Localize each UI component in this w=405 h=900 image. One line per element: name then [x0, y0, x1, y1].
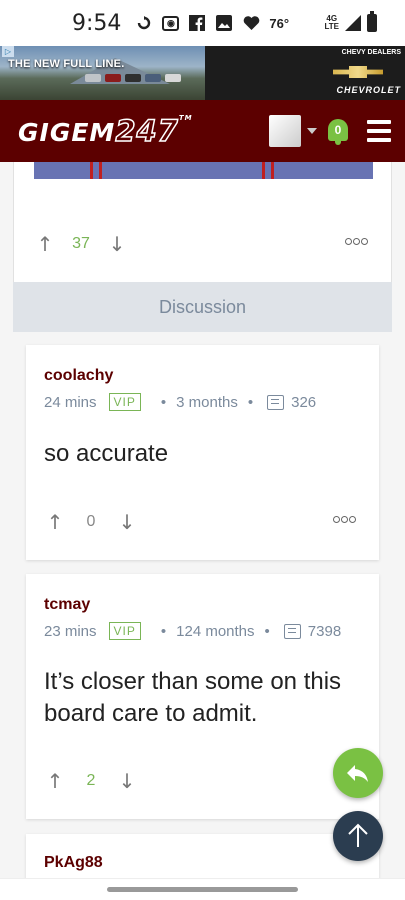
separator-dot: •	[264, 622, 270, 640]
comment-body: so accurate	[44, 440, 169, 467]
separator-dot: •	[160, 622, 167, 640]
comment-meta: 24 mins VIP • 3 months • 326	[44, 393, 316, 411]
notifications-bell-icon[interactable]: 0	[325, 116, 351, 146]
heart-icon	[242, 14, 260, 32]
post-vote-row: ↑ 37 ↓	[34, 232, 128, 256]
separator-dot: •	[160, 393, 167, 411]
comment-count-icon	[283, 623, 301, 639]
site-header: GIGEM247TM 0	[0, 100, 405, 162]
member-duration: 124 months	[176, 622, 255, 640]
status-icons: ◉ 76°	[135, 14, 289, 32]
signal-icon	[345, 15, 361, 31]
chevron-down-icon[interactable]	[307, 128, 317, 134]
logo-trademark: TM	[178, 114, 193, 122]
comment-time: 24 mins	[44, 393, 97, 411]
discussion-header: Discussion	[13, 282, 392, 332]
member-duration: 3 months	[176, 393, 238, 411]
post-image	[34, 162, 373, 179]
downvote-arrow-icon[interactable]: ↓	[116, 510, 138, 534]
comment-vote-row: ↑ 0 ↓	[44, 510, 138, 534]
vip-badge: VIP	[108, 393, 141, 411]
comment-time: 23 mins	[44, 622, 97, 640]
comment-post-count: 7398	[307, 622, 342, 640]
comment-vote-count: 0	[86, 513, 96, 530]
more-options-icon[interactable]	[344, 237, 368, 248]
ad-brand: CHEVROLET	[336, 85, 401, 95]
upvote-arrow-icon[interactable]: ↑	[34, 232, 56, 256]
comment-username[interactable]: coolachy	[44, 367, 113, 385]
ad-trucks	[85, 74, 181, 82]
arrow-up-icon	[348, 823, 368, 847]
ad-headline: THE NEW FULL LINE.	[8, 58, 125, 70]
logo-text: GIGEM	[18, 118, 116, 147]
reply-icon	[347, 765, 368, 782]
logo-number: 247	[115, 113, 179, 149]
adchoices-icon[interactable]: ▷	[2, 46, 14, 57]
comment-count-icon	[267, 394, 285, 410]
ad-photo	[0, 46, 205, 100]
comment-card: tcmay 23 mins VIP • 124 months • 7398 It…	[26, 574, 379, 819]
ad-dealers: CHEVY DEALERS	[341, 49, 401, 56]
network-indicator: 4G LTE	[324, 15, 339, 31]
comment-body: It’s closer than some on this board care…	[44, 668, 342, 727]
more-options-icon[interactable]	[332, 515, 356, 526]
home-gesture-bar[interactable]	[107, 887, 298, 892]
temperature: 76°	[269, 15, 290, 31]
notification-count: 0	[328, 119, 348, 141]
comment-username[interactable]: PkAg88	[44, 854, 103, 872]
comment-vote-count: 2	[86, 772, 96, 789]
header-actions: 0	[269, 115, 391, 147]
status-time: 9:54	[72, 10, 122, 36]
post-card: ↑ 37 ↓	[13, 162, 392, 284]
chevrolet-logo-icon	[333, 66, 383, 78]
site-logo[interactable]: GIGEM247TM	[18, 113, 193, 149]
hamburger-menu-icon[interactable]	[367, 120, 391, 142]
image-icon	[215, 14, 233, 32]
sync-icon	[135, 14, 153, 32]
system-nav-bar	[0, 878, 405, 900]
post-vote-count: 37	[72, 235, 90, 252]
network-subtype: LTE	[324, 22, 339, 31]
vip-badge: VIP	[108, 622, 141, 640]
avatar[interactable]	[269, 115, 301, 147]
upvote-arrow-icon[interactable]: ↑	[44, 769, 66, 793]
facebook-icon	[188, 14, 206, 32]
status-bar: 9:54 ◉ 76° 4G LTE	[0, 0, 405, 46]
downvote-arrow-icon[interactable]: ↓	[106, 232, 128, 256]
status-right: 4G LTE	[324, 11, 377, 32]
battery-icon	[367, 11, 377, 32]
comment-meta: 23 mins VIP • 124 months • 7398	[44, 622, 341, 640]
upvote-arrow-icon[interactable]: ↑	[44, 510, 66, 534]
comment-vote-row: ↑ 2 ↓	[44, 769, 138, 793]
reply-button[interactable]	[333, 748, 383, 798]
comment-card: coolachy 24 mins VIP • 3 months • 326 so…	[26, 345, 379, 560]
radio-icon: ◉	[162, 15, 180, 31]
ad-banner[interactable]: ▷ THE NEW FULL LINE. CHEVY DEALERS CHEVR…	[0, 46, 405, 100]
comment-username[interactable]: tcmay	[44, 596, 90, 614]
comment-post-count: 326	[291, 393, 317, 411]
scroll-to-top-button[interactable]	[333, 811, 383, 861]
discussion-label: Discussion	[158, 296, 247, 317]
downvote-arrow-icon[interactable]: ↓	[116, 769, 138, 793]
separator-dot: •	[247, 393, 254, 411]
